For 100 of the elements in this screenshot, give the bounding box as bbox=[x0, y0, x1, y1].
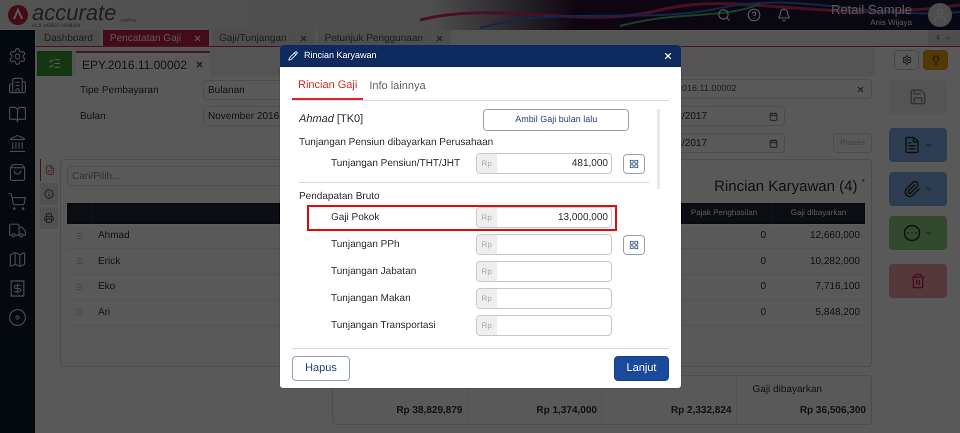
form-label: Tipe Pembayaran bbox=[80, 84, 160, 98]
attach-button[interactable] bbox=[888, 172, 946, 206]
employee-name: Eko bbox=[97, 280, 116, 294]
person-icon bbox=[932, 7, 948, 23]
save-button[interactable] bbox=[888, 80, 946, 114]
caret-icon[interactable] bbox=[944, 34, 952, 42]
currency-label: Rp bbox=[476, 262, 497, 281]
field-label: Tunjangan Pensiun/THT/JHT bbox=[331, 157, 462, 171]
settings-button[interactable] bbox=[894, 50, 919, 70]
gear-icon bbox=[902, 55, 912, 65]
more-icon bbox=[902, 224, 920, 242]
help-icon[interactable] bbox=[747, 8, 762, 22]
field-label: Gaji Pokok bbox=[331, 211, 380, 225]
bag-icon[interactable] bbox=[8, 163, 27, 182]
calendar-icon[interactable] bbox=[769, 138, 778, 148]
document-icon bbox=[902, 136, 920, 154]
building-icon[interactable] bbox=[8, 76, 27, 95]
info-icon bbox=[44, 189, 54, 199]
currency-label: Rp bbox=[476, 154, 497, 173]
amount-field[interactable]: Rp 481,000 bbox=[476, 153, 612, 174]
field-label: Tunjangan PPh bbox=[331, 238, 401, 252]
grid-icon bbox=[629, 240, 639, 250]
table-cell-text: 7,716,100 bbox=[814, 280, 861, 294]
trash-icon bbox=[910, 273, 926, 289]
calendar-icon[interactable] bbox=[769, 112, 778, 120]
checklist-icon bbox=[48, 57, 61, 70]
paperclip-icon bbox=[902, 180, 920, 198]
fetch-salary-button[interactable]: Ambil Gaji bulan lalu bbox=[483, 108, 630, 130]
dialog-title: Rincian Karyawan bbox=[304, 49, 377, 62]
table-cell-text: 5,848,200 bbox=[814, 306, 861, 320]
dialog-tab[interactable]: Info lainnya bbox=[363, 77, 432, 100]
employee-name: Ahmad [TK0] bbox=[299, 112, 364, 128]
section-title: Tunjangan Pensiun dibayarkan Perusahaan bbox=[299, 136, 494, 150]
cart-icon[interactable] bbox=[8, 192, 27, 211]
amount-value: 13,000,000 bbox=[556, 211, 609, 225]
next-button[interactable]: Lanjut bbox=[614, 356, 669, 381]
panel-title: Rincian Karyawan (4) bbox=[714, 177, 858, 197]
clear-icon[interactable] bbox=[856, 84, 865, 94]
summary-value: Rp 2,332,824 bbox=[670, 404, 732, 418]
table-cell-text: 0 bbox=[759, 306, 767, 320]
summary-value: Rp 1,374,000 bbox=[536, 404, 597, 418]
tips-button[interactable] bbox=[923, 50, 948, 70]
trolley-icon[interactable] bbox=[8, 221, 27, 240]
receipt-icon[interactable] bbox=[8, 279, 27, 298]
caret-icon bbox=[924, 185, 932, 193]
amount-field[interactable]: Rp bbox=[476, 288, 612, 309]
summary-value: Rp 38,829,879 bbox=[396, 404, 462, 418]
employee-name: Ari bbox=[97, 306, 110, 320]
table-cell-text: 0 bbox=[759, 254, 767, 269]
amount-field[interactable]: Rp bbox=[476, 315, 612, 336]
column-header: Gaji dibayarkan bbox=[790, 207, 848, 219]
field-label: Tunjangan Transportasi bbox=[331, 319, 437, 333]
grid-icon bbox=[629, 158, 639, 168]
table-cell-text: 10,282,000 bbox=[808, 254, 861, 269]
company-name: Retail Sample bbox=[831, 2, 912, 18]
lightbulb-icon bbox=[930, 55, 940, 65]
gear-icon[interactable] bbox=[8, 47, 27, 66]
avatar[interactable] bbox=[928, 3, 952, 27]
caret-icon bbox=[924, 229, 932, 237]
field-label: Tunjangan Jabatan bbox=[331, 265, 418, 279]
disc-icon[interactable] bbox=[8, 308, 27, 327]
section-title: Pendapatan Bruto bbox=[299, 190, 381, 204]
sheet-icon bbox=[44, 165, 54, 175]
map-icon[interactable] bbox=[8, 250, 27, 269]
table-cell-text: 0 bbox=[759, 229, 767, 244]
delete-button[interactable] bbox=[888, 264, 946, 298]
field-label: Tunjangan Makan bbox=[331, 292, 412, 306]
picker-button[interactable] bbox=[623, 234, 645, 254]
dialog-tab[interactable]: Rincian Gaji bbox=[292, 77, 364, 100]
bank-icon[interactable] bbox=[8, 134, 27, 153]
amount-field[interactable]: Rp bbox=[476, 234, 612, 255]
more-button[interactable] bbox=[888, 216, 946, 250]
table-cell-text: 0 bbox=[759, 280, 767, 294]
caret-icon bbox=[924, 141, 932, 149]
bell-icon[interactable] bbox=[777, 8, 792, 22]
employee-name: Erick bbox=[97, 254, 120, 269]
currency-label: Rp bbox=[476, 235, 497, 254]
picker-button[interactable] bbox=[623, 154, 645, 174]
table-cell-text: 12,660,000 bbox=[808, 229, 861, 244]
amount-value: 481,000 bbox=[570, 157, 609, 171]
tab[interactable]: Pencatatan Gaji bbox=[102, 30, 210, 46]
logo-icon bbox=[8, 5, 28, 25]
delete-button[interactable]: Hapus bbox=[292, 356, 350, 381]
book-icon[interactable] bbox=[8, 105, 27, 124]
summary-value: Rp 36,506,300 bbox=[800, 404, 866, 418]
pencil-icon bbox=[288, 51, 298, 61]
currency-label: Rp bbox=[476, 289, 497, 308]
document-button[interactable] bbox=[888, 128, 946, 162]
side-tab[interactable] bbox=[40, 207, 58, 229]
search-icon[interactable] bbox=[717, 8, 732, 22]
document-tab[interactable]: EPY.2016.11.00002 bbox=[76, 51, 210, 76]
amount-field[interactable]: Rp bbox=[476, 261, 612, 282]
list-button[interactable] bbox=[37, 51, 72, 76]
amount-field[interactable]: Rp 13,000,000 bbox=[476, 207, 612, 228]
currency-label: Rp bbox=[476, 208, 497, 227]
summary-label: Gaji dibayarkan bbox=[752, 383, 822, 397]
form-label: Bulan bbox=[80, 110, 107, 124]
currency-label: Rp bbox=[476, 316, 497, 335]
user-name: Anis Wijaya bbox=[870, 18, 912, 28]
side-tab[interactable] bbox=[40, 183, 58, 205]
